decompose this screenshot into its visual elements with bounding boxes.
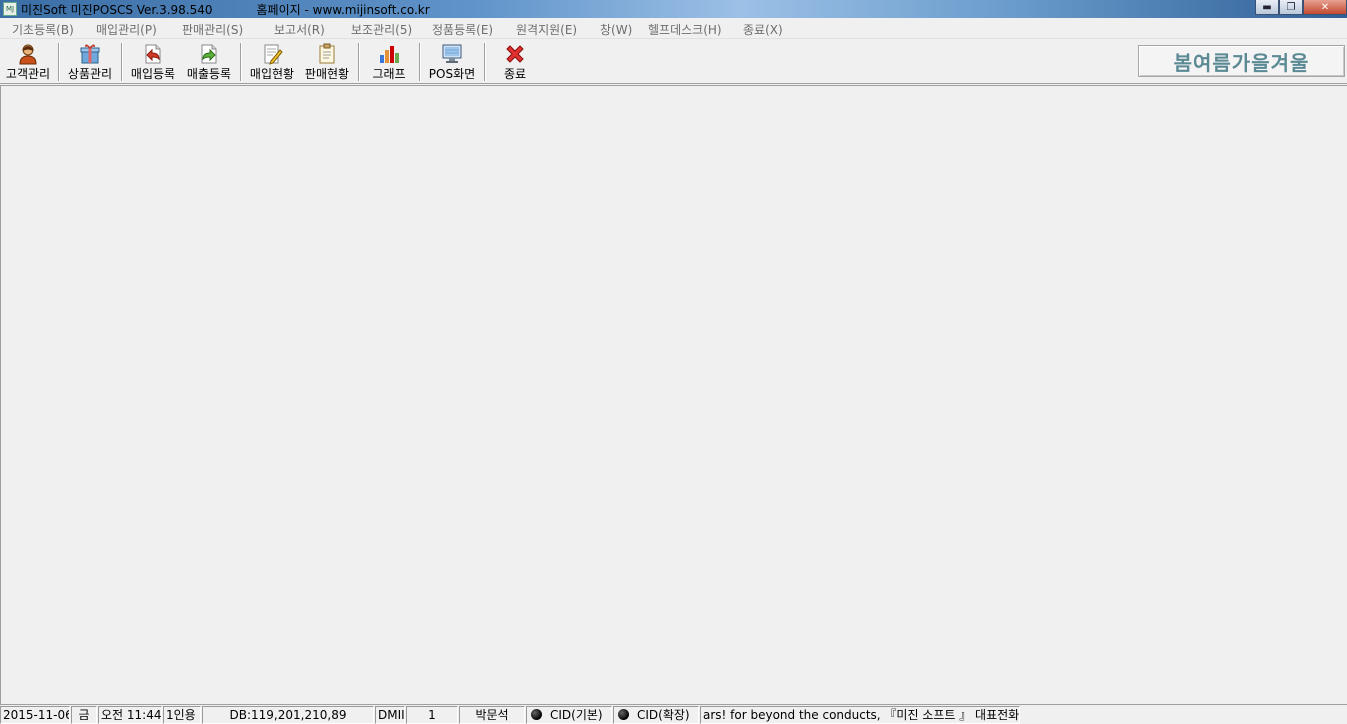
graph-button[interactable]: 그래프 xyxy=(363,41,415,83)
window-controls: ▬ ❐ ✕ xyxy=(1255,0,1347,16)
sales-register-label: 매출등록 xyxy=(186,67,232,81)
purchase-status-button[interactable]: 매입현황 xyxy=(245,41,299,83)
toolbar-separator xyxy=(121,43,123,81)
sales-status-button[interactable]: 판매현황 xyxy=(300,41,354,83)
menu-window[interactable]: 창(W) xyxy=(600,21,632,38)
homepage-link[interactable]: 홈페이지 - www.mijinsoft.co.kr xyxy=(257,1,430,18)
toolbar-separator xyxy=(358,43,360,81)
cid-basic-indicator[interactable]: CID(기본) xyxy=(526,706,612,724)
pos-screen-button[interactable]: POS화면 xyxy=(424,41,480,83)
window-title: 미진Soft 미진POSCS Ver.3.98.540 xyxy=(21,2,213,17)
app-icon: MJ xyxy=(3,2,17,16)
toolbar-separator xyxy=(484,43,486,81)
purchase-status-label: 매입현황 xyxy=(249,67,295,81)
gift-icon xyxy=(80,44,100,64)
close-x-icon xyxy=(506,45,524,63)
menu-helpdesk[interactable]: 헬프데스크(H) xyxy=(648,21,722,38)
customer-icon xyxy=(19,44,37,65)
purchase-status-icon xyxy=(264,44,283,65)
status-led-icon xyxy=(618,709,629,720)
customer-management-label: 고객관리 xyxy=(5,67,51,81)
season-banner: 봄여름가을겨울 xyxy=(1138,45,1345,77)
status-db: DB:119,201,210,89 xyxy=(202,706,374,724)
graph-label: 그래프 xyxy=(372,67,406,81)
product-management-button[interactable]: 상품관리 xyxy=(63,41,117,83)
cid-extended-label: CID(확장) xyxy=(637,708,690,722)
purchase-register-label: 매입등록 xyxy=(130,67,176,81)
cid-extended-indicator[interactable]: CID(확장) xyxy=(613,706,699,724)
toolbar-separator xyxy=(58,43,60,81)
status-db-type: DMII xyxy=(375,706,405,724)
title-bar: MJ 미진Soft 미진POSCS Ver.3.98.540 홈페이지 - ww… xyxy=(0,0,1347,18)
menu-auxiliary-management[interactable]: 보조관리(5) xyxy=(351,21,412,38)
monitor-icon xyxy=(442,44,462,63)
minimize-button[interactable]: ▬ xyxy=(1255,0,1279,15)
exit-label: 종료 xyxy=(503,67,527,81)
menu-sales-management[interactable]: 판매관리(S) xyxy=(182,21,243,38)
menu-basic-register[interactable]: 기초등록(B) xyxy=(12,21,74,38)
sales-register-button[interactable]: 매출등록 xyxy=(182,41,236,83)
purchase-register-button[interactable]: 매입등록 xyxy=(126,41,180,83)
status-user-name: 박문석 xyxy=(459,706,525,724)
menu-purchase-management[interactable]: 매입관리(P) xyxy=(96,21,157,38)
status-weekday: 금 xyxy=(71,706,97,724)
menu-exit[interactable]: 종료(X) xyxy=(743,21,783,38)
status-users: 1인용 xyxy=(163,706,201,724)
status-ticker: ars! for beyond the conducts, 『미진 소프트 』 … xyxy=(700,706,1020,724)
purchase-register-icon xyxy=(145,44,161,64)
bar-chart-icon xyxy=(380,46,399,63)
status-date: 2015-11-06 xyxy=(0,706,70,724)
pos-screen-label: POS화면 xyxy=(428,67,476,81)
status-bar: 2015-11-06 금 오전 11:44 1인용 DB:119,201,210… xyxy=(0,704,1347,724)
status-time: 오전 11:44 xyxy=(98,706,162,724)
cid-basic-label: CID(기본) xyxy=(550,708,603,722)
customer-management-button[interactable]: 고객관리 xyxy=(2,41,54,83)
menu-license-register[interactable]: 정품등록(E) xyxy=(432,21,493,38)
status-led-icon xyxy=(531,709,542,720)
toolbar-separator xyxy=(419,43,421,81)
sales-register-icon xyxy=(201,44,217,64)
menu-reports[interactable]: 보고서(R) xyxy=(274,21,325,38)
sales-status-icon xyxy=(319,43,335,64)
mdi-workspace[interactable] xyxy=(0,85,1347,704)
toolbar-separator xyxy=(240,43,242,81)
close-button[interactable]: ✕ xyxy=(1303,0,1347,15)
status-number: 1 xyxy=(406,706,458,724)
product-management-label: 상품관리 xyxy=(67,67,113,81)
sales-status-label: 판매현황 xyxy=(304,67,350,81)
restore-button[interactable]: ❐ xyxy=(1279,0,1303,15)
menu-remote-support[interactable]: 원격지원(E) xyxy=(516,21,577,38)
menu-bar: 기초등록(B) 매입관리(P) 판매관리(S) 보고서(R) 보조관리(5) 정… xyxy=(0,18,1347,39)
exit-button[interactable]: 종료 xyxy=(489,41,541,83)
